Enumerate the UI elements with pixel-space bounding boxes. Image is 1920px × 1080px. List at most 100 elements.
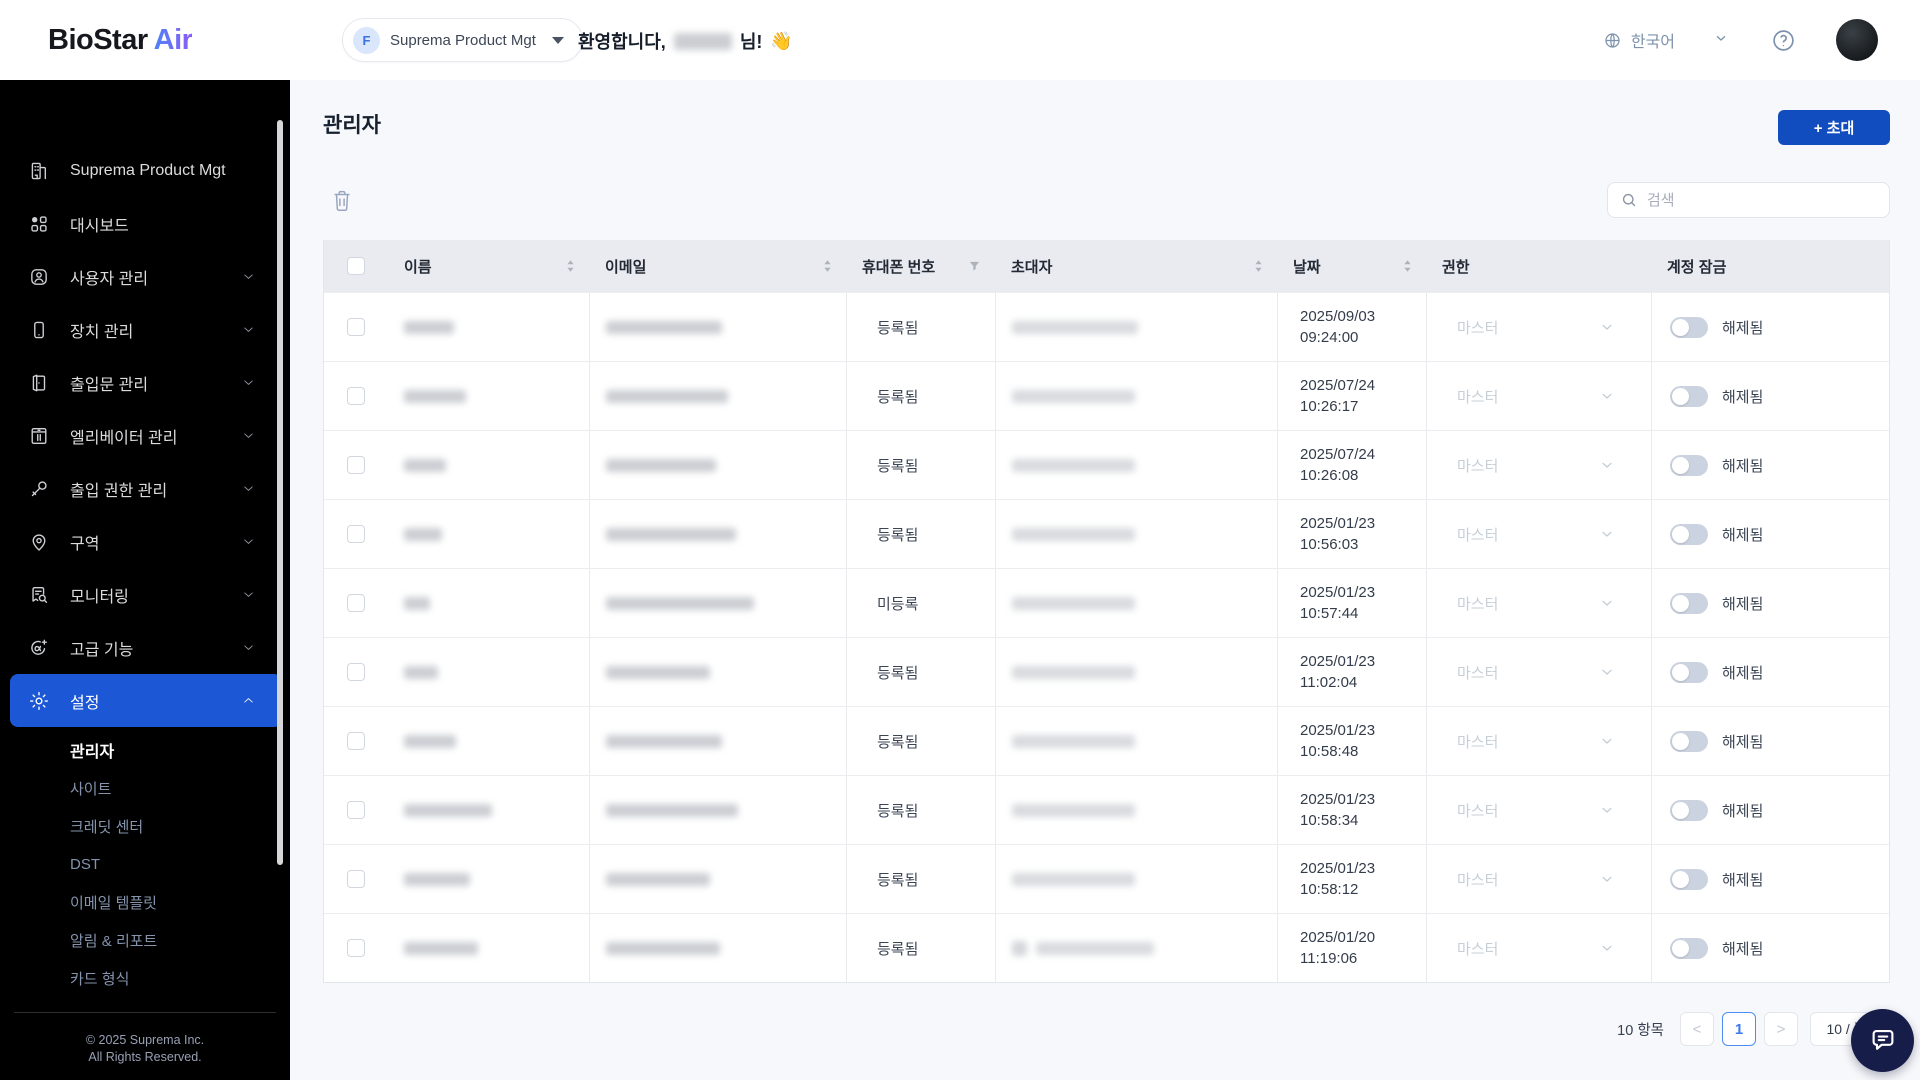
account-lock-toggle[interactable] [1670, 938, 1708, 959]
role-value: 마스터 [1457, 317, 1498, 338]
row-checkbox[interactable] [347, 801, 365, 819]
submenu-item-7[interactable]: 카드 형식 [0, 959, 290, 997]
sidebar-item-3[interactable]: 사용자 관리 [10, 250, 282, 303]
delete-button[interactable] [330, 188, 354, 214]
row-checkbox[interactable] [347, 870, 365, 888]
email-redacted [606, 321, 722, 334]
role-select[interactable]: 마스터 [1426, 638, 1651, 706]
sidebar-item-label: 고급 기능 [70, 636, 241, 660]
account-lock-toggle[interactable] [1670, 869, 1708, 890]
email-cell [589, 638, 846, 706]
tenant-selector[interactable]: F Suprema Product Mgt [342, 18, 583, 62]
greeting-suffix: 님! [740, 28, 763, 54]
sidebar-item-label: 설정 [70, 689, 241, 713]
role-select[interactable]: 마스터 [1426, 500, 1651, 568]
sidebar-item-7[interactable]: 출입 권한 관리 [10, 462, 282, 515]
submenu-item-6[interactable]: 알림 & 리포트 [0, 921, 290, 959]
column-header-3[interactable]: 휴대폰 번호 [846, 240, 995, 292]
chevron-down-icon [241, 534, 270, 549]
sort-icon[interactable] [822, 258, 833, 274]
role-select[interactable]: 마스터 [1426, 776, 1651, 844]
sidebar-item-8[interactable]: 구역 [10, 515, 282, 568]
row-checkbox[interactable] [347, 318, 365, 336]
table-header-row: 이름이메일휴대폰 번호초대자날짜권한계정 잠금 [324, 240, 1889, 292]
sidebar-item-4[interactable]: 장치 관리 [10, 303, 282, 356]
submenu-item-4[interactable]: DST [0, 845, 290, 883]
filter-funnel-icon[interactable] [967, 259, 982, 274]
account-lock-label: 해제됨 [1722, 662, 1763, 683]
invite-button[interactable]: + 초대 [1778, 110, 1890, 145]
submenu-item-5[interactable]: 이메일 템플릿 [0, 883, 290, 921]
account-lock-toggle[interactable] [1670, 731, 1708, 752]
account-lock-toggle[interactable] [1670, 386, 1708, 407]
account-lock-toggle[interactable] [1670, 317, 1708, 338]
column-header-5[interactable]: 날짜 [1277, 240, 1426, 292]
chevron-down-icon [1599, 664, 1615, 680]
account-lock-toggle[interactable] [1670, 800, 1708, 821]
inviter-redacted [1012, 735, 1135, 748]
tenant-selector-label: Suprema Product Mgt [390, 32, 536, 49]
sidebar-item-label: 구역 [70, 530, 241, 554]
row-checkbox[interactable] [347, 594, 365, 612]
row-checkbox[interactable] [347, 939, 365, 957]
role-value: 마스터 [1457, 938, 1498, 959]
submenu-item-3[interactable]: 크레딧 센터 [0, 807, 290, 845]
sidebar-item-11[interactable]: 설정 [10, 674, 282, 727]
advanced-icon [28, 637, 50, 659]
email-cell [589, 707, 846, 775]
submenu-item-1[interactable]: 관리자 [0, 731, 290, 769]
date-value: 2025/01/20 [1300, 927, 1375, 948]
row-checkbox[interactable] [347, 387, 365, 405]
phone-status-cell: 등록됨 [846, 500, 995, 568]
row-checkbox[interactable] [347, 456, 365, 474]
role-select[interactable]: 마스터 [1426, 431, 1651, 499]
sidebar-item-label: 대시보드 [70, 212, 270, 236]
help-button[interactable] [1771, 28, 1796, 53]
role-select[interactable]: 마스터 [1426, 845, 1651, 913]
row-checkbox[interactable] [347, 663, 365, 681]
sidebar-item-1[interactable]: Suprema Product Mgt [10, 144, 282, 197]
role-select[interactable]: 마스터 [1426, 707, 1651, 775]
sidebar-item-6[interactable]: 엘리베이터 관리 [10, 409, 282, 462]
language-selector[interactable]: 한국어 [1603, 28, 1675, 52]
sort-icon[interactable] [1253, 258, 1264, 274]
account-lock-toggle[interactable] [1670, 662, 1708, 683]
sidebar-item-9[interactable]: 모니터링 [10, 568, 282, 621]
inviter-cell [995, 431, 1277, 499]
row-checkbox[interactable] [347, 732, 365, 750]
user-avatar[interactable] [1836, 19, 1878, 61]
row-checkbox-cell [324, 707, 388, 775]
account-lock-toggle[interactable] [1670, 524, 1708, 545]
column-header-1[interactable]: 이름 [388, 240, 589, 292]
account-lock-toggle[interactable] [1670, 593, 1708, 614]
pagination-next-button[interactable]: > [1764, 1012, 1798, 1046]
row-checkbox[interactable] [347, 525, 365, 543]
role-select[interactable]: 마스터 [1426, 914, 1651, 982]
toggle-knob [1672, 388, 1689, 405]
inviter-cell [995, 845, 1277, 913]
time-value: 10:58:48 [1300, 741, 1375, 762]
sidebar-item-10[interactable]: 고급 기능 [10, 621, 282, 674]
date-cell: 2025/07/2410:26:08 [1277, 431, 1426, 499]
sort-icon[interactable] [1402, 258, 1413, 274]
sidebar-item-5[interactable]: 출입문 관리 [10, 356, 282, 409]
column-header-2[interactable]: 이메일 [589, 240, 846, 292]
submenu-item-2[interactable]: 사이트 [0, 769, 290, 807]
sidebar: Suprema Product Mgt 대시보드 사용자 관리 장치 관리 출입… [0, 80, 290, 1080]
search-input[interactable] [1647, 192, 1877, 209]
name-cell [388, 638, 589, 706]
sort-icon[interactable] [565, 258, 576, 274]
role-select[interactable]: 마스터 [1426, 293, 1651, 361]
account-lock-toggle[interactable] [1670, 455, 1708, 476]
language-chevron-down-icon[interactable] [1713, 30, 1729, 51]
sidebar-scrollbar[interactable] [277, 120, 283, 865]
role-select[interactable]: 마스터 [1426, 362, 1651, 430]
column-header-4[interactable]: 초대자 [995, 240, 1277, 292]
pagination-prev-button[interactable]: < [1680, 1012, 1714, 1046]
pagination-page-1[interactable]: 1 [1722, 1012, 1756, 1046]
chat-fab-button[interactable] [1851, 1009, 1914, 1072]
select-all-checkbox[interactable] [347, 257, 365, 275]
sidebar-item-2[interactable]: 대시보드 [10, 197, 282, 250]
inviter-redacted [1012, 321, 1138, 334]
role-select[interactable]: 마스터 [1426, 569, 1651, 637]
